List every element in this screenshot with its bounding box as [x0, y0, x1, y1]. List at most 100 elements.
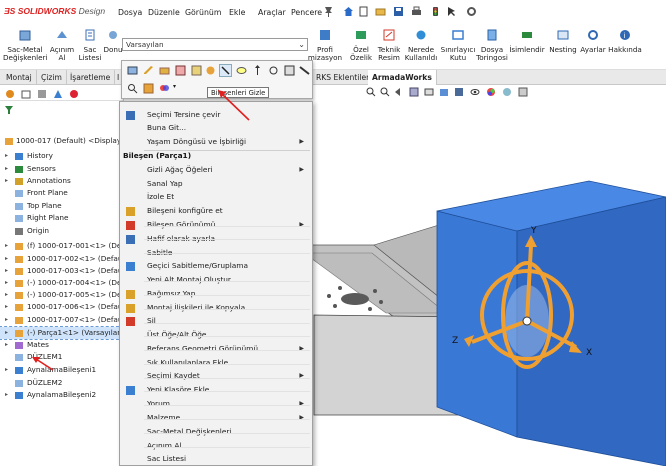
move-component-icon[interactable] — [252, 65, 263, 76]
menu-item[interactable]: Üst Öğe/Alt Öğe... — [120, 329, 312, 341]
rename-button[interactable]: İsimlendir — [508, 28, 546, 54]
isolate-icon[interactable] — [205, 65, 216, 76]
tree-item[interactable]: ▸ AynalamaBileşeni1 — [0, 364, 123, 376]
component-properties-icon[interactable] — [127, 65, 138, 76]
tree-item[interactable]: ▸ (f) 1000-017-001<1> (Def — [0, 240, 124, 252]
menu-item[interactable]: Açınım Al — [120, 440, 312, 452]
expand-arrow-icon[interactable]: ▸ — [5, 175, 8, 187]
edit-part-icon[interactable] — [143, 65, 154, 76]
tab-montaj[interactable]: Montaj — [2, 70, 37, 85]
menu-item[interactable]: Gizli Ağaç Öğeleri ▶ — [120, 164, 312, 176]
menu-duzenle[interactable]: Düzenle — [148, 8, 180, 17]
hide-components-icon[interactable] — [219, 64, 232, 77]
menu-item-go-to[interactable]: Buna Git... — [120, 122, 312, 134]
appearance-icon[interactable] — [175, 65, 186, 76]
tree-item[interactable]: ▸ (-) Parça1<1> (Varsayılan) — [0, 326, 125, 340]
options-gear-icon[interactable] — [466, 6, 477, 17]
menu-ekle[interactable]: Ekle — [229, 8, 245, 17]
cut-list-button[interactable]: Sac Listesi — [77, 28, 103, 62]
expand-arrow-icon[interactable]: ▸ — [5, 277, 8, 289]
tree-item[interactable]: ▸ History — [0, 150, 123, 162]
menu-item-lifecycle[interactable]: Yaşam Döngüsü ve İşbirliği ▶ — [120, 136, 312, 148]
expand-arrow-icon[interactable]: ▸ — [5, 163, 8, 175]
expand-arrow-icon[interactable]: ▸ — [5, 150, 8, 162]
home-icon[interactable] — [343, 6, 354, 17]
tree-item[interactable]: ▸ AynalamaBileşeni2 — [0, 389, 123, 401]
expand-arrow-icon[interactable]: ▸ — [5, 339, 8, 351]
profile-optimization-button[interactable]: Profi mizasyon — [305, 28, 345, 62]
print-icon[interactable] — [411, 6, 422, 17]
tree-item[interactable]: Top Plane — [0, 200, 123, 212]
expand-arrow-icon[interactable]: ▸ — [5, 301, 8, 313]
menu-item[interactable]: Sac-Metal Değişkenleri — [120, 426, 312, 438]
tab-armadaworks[interactable]: ArmadaWorks — [368, 70, 437, 85]
menu-gorunum[interactable]: Görünüm — [185, 8, 221, 17]
tree-item[interactable]: DÜZLEM2 — [0, 377, 123, 389]
bounding-box-button[interactable]: Sınırlayıcı Kutu — [440, 28, 476, 62]
tab-cizim[interactable]: Çizim — [37, 70, 67, 85]
menu-item[interactable]: Sac Listesi — [120, 453, 312, 465]
rebuild-icon[interactable] — [430, 6, 441, 17]
feature-tree-icon[interactable] — [5, 89, 15, 99]
expand-arrow-icon[interactable]: ▸ — [5, 389, 8, 401]
tree-item[interactable]: ▸ 1000-017-007<1> (Defau — [0, 314, 123, 326]
property-manager-icon[interactable] — [21, 89, 31, 99]
where-used-button[interactable]: Nerede Kullanıldı — [403, 28, 439, 62]
nesting-button[interactable]: Nesting — [548, 28, 578, 54]
tree-item[interactable]: ▸ Sensors — [0, 163, 123, 175]
menu-item[interactable]: Bağımsız Yap — [120, 288, 312, 300]
open-folder-icon[interactable] — [375, 6, 386, 17]
tree-item[interactable]: ▸ 1000-017-003<1> (Defau — [0, 265, 123, 277]
menu-item[interactable]: Sanal Yap — [120, 178, 312, 190]
sketch-icon[interactable] — [191, 65, 202, 76]
tree-item[interactable]: ▸ Mates — [0, 339, 123, 351]
pin-icon[interactable] — [323, 6, 334, 17]
flatten-button[interactable]: Açınım Al — [48, 28, 76, 62]
menu-item[interactable]: Sık Kullanılanlara Ekle — [120, 357, 312, 369]
menu-item[interactable]: Bileşeni konfigüre et — [120, 205, 312, 217]
expand-arrow-icon[interactable]: ▸ — [5, 289, 8, 301]
tree-item[interactable]: Origin — [0, 225, 123, 237]
drawing-button[interactable]: Teknik Resim — [376, 28, 402, 62]
file-button[interactable]: Dosya Toringosi — [476, 28, 508, 62]
menu-item[interactable]: Malzeme ▶ — [120, 412, 312, 424]
menu-item[interactable]: İzole Et — [120, 191, 312, 203]
convert-button[interactable]: Donu — [103, 28, 123, 54]
rotate-component-icon[interactable] — [268, 65, 279, 76]
tree-item[interactable]: ▸ Annotations — [0, 175, 123, 187]
view-mates-icon[interactable] — [284, 65, 295, 76]
settings-button[interactable]: Ayarlar — [579, 28, 607, 54]
save-icon[interactable] — [393, 6, 404, 17]
new-document-icon[interactable] — [358, 6, 369, 17]
expand-arrow-icon[interactable]: ▸ — [5, 253, 8, 265]
menu-item-invert-selection[interactable]: Seçimi Tersine çevir — [120, 109, 312, 121]
open-part-icon[interactable] — [159, 65, 170, 76]
tree-item[interactable]: Right Plane — [0, 212, 123, 224]
menu-item[interactable]: Sil — [120, 315, 312, 327]
expand-arrow-icon[interactable]: ▸ — [5, 327, 8, 339]
menu-item[interactable]: Referans Geometri Görünümü ▶ — [120, 343, 312, 355]
dimxpert-icon[interactable] — [53, 89, 63, 99]
chevron-down-icon[interactable]: ▾ — [173, 83, 176, 90]
configuration-manager-icon[interactable] — [37, 89, 47, 99]
tree-item[interactable]: ▸ (-) 1000-017-004<1> (Def — [0, 277, 124, 289]
custom-property-button[interactable]: Özel Özelik — [347, 28, 375, 62]
configuration-icon[interactable] — [143, 83, 154, 94]
menu-araclar[interactable]: Araçlar — [258, 8, 286, 17]
filter-icon[interactable] — [4, 105, 14, 115]
tree-item[interactable]: Front Plane — [0, 187, 123, 199]
select-arrow-icon[interactable] — [446, 6, 457, 17]
triad-center[interactable] — [522, 316, 532, 326]
make-transparent-icon[interactable] — [299, 65, 310, 76]
tab-solidworks-eklentileri[interactable]: RKS Eklentileri — [312, 70, 377, 85]
menu-item[interactable]: Montaj İlişkileri ile Kopyala — [120, 302, 312, 314]
expand-arrow-icon[interactable]: ▸ — [5, 314, 8, 326]
menu-dosya[interactable]: Dosya — [118, 8, 142, 17]
menu-pencere[interactable]: Pencere — [291, 8, 322, 17]
expand-arrow-icon[interactable]: ▸ — [5, 240, 8, 252]
hide-show-icon[interactable] — [236, 65, 247, 76]
menu-item[interactable]: Geçici Sabitleme/Gruplama — [120, 260, 312, 272]
tree-item[interactable]: ▸ (-) 1000-017-005<1> (Def — [0, 289, 124, 301]
menu-item[interactable]: Yeni Klasöre Ekle — [120, 384, 312, 396]
menu-item[interactable]: Bileşen Görünümü ▶ — [120, 219, 312, 231]
